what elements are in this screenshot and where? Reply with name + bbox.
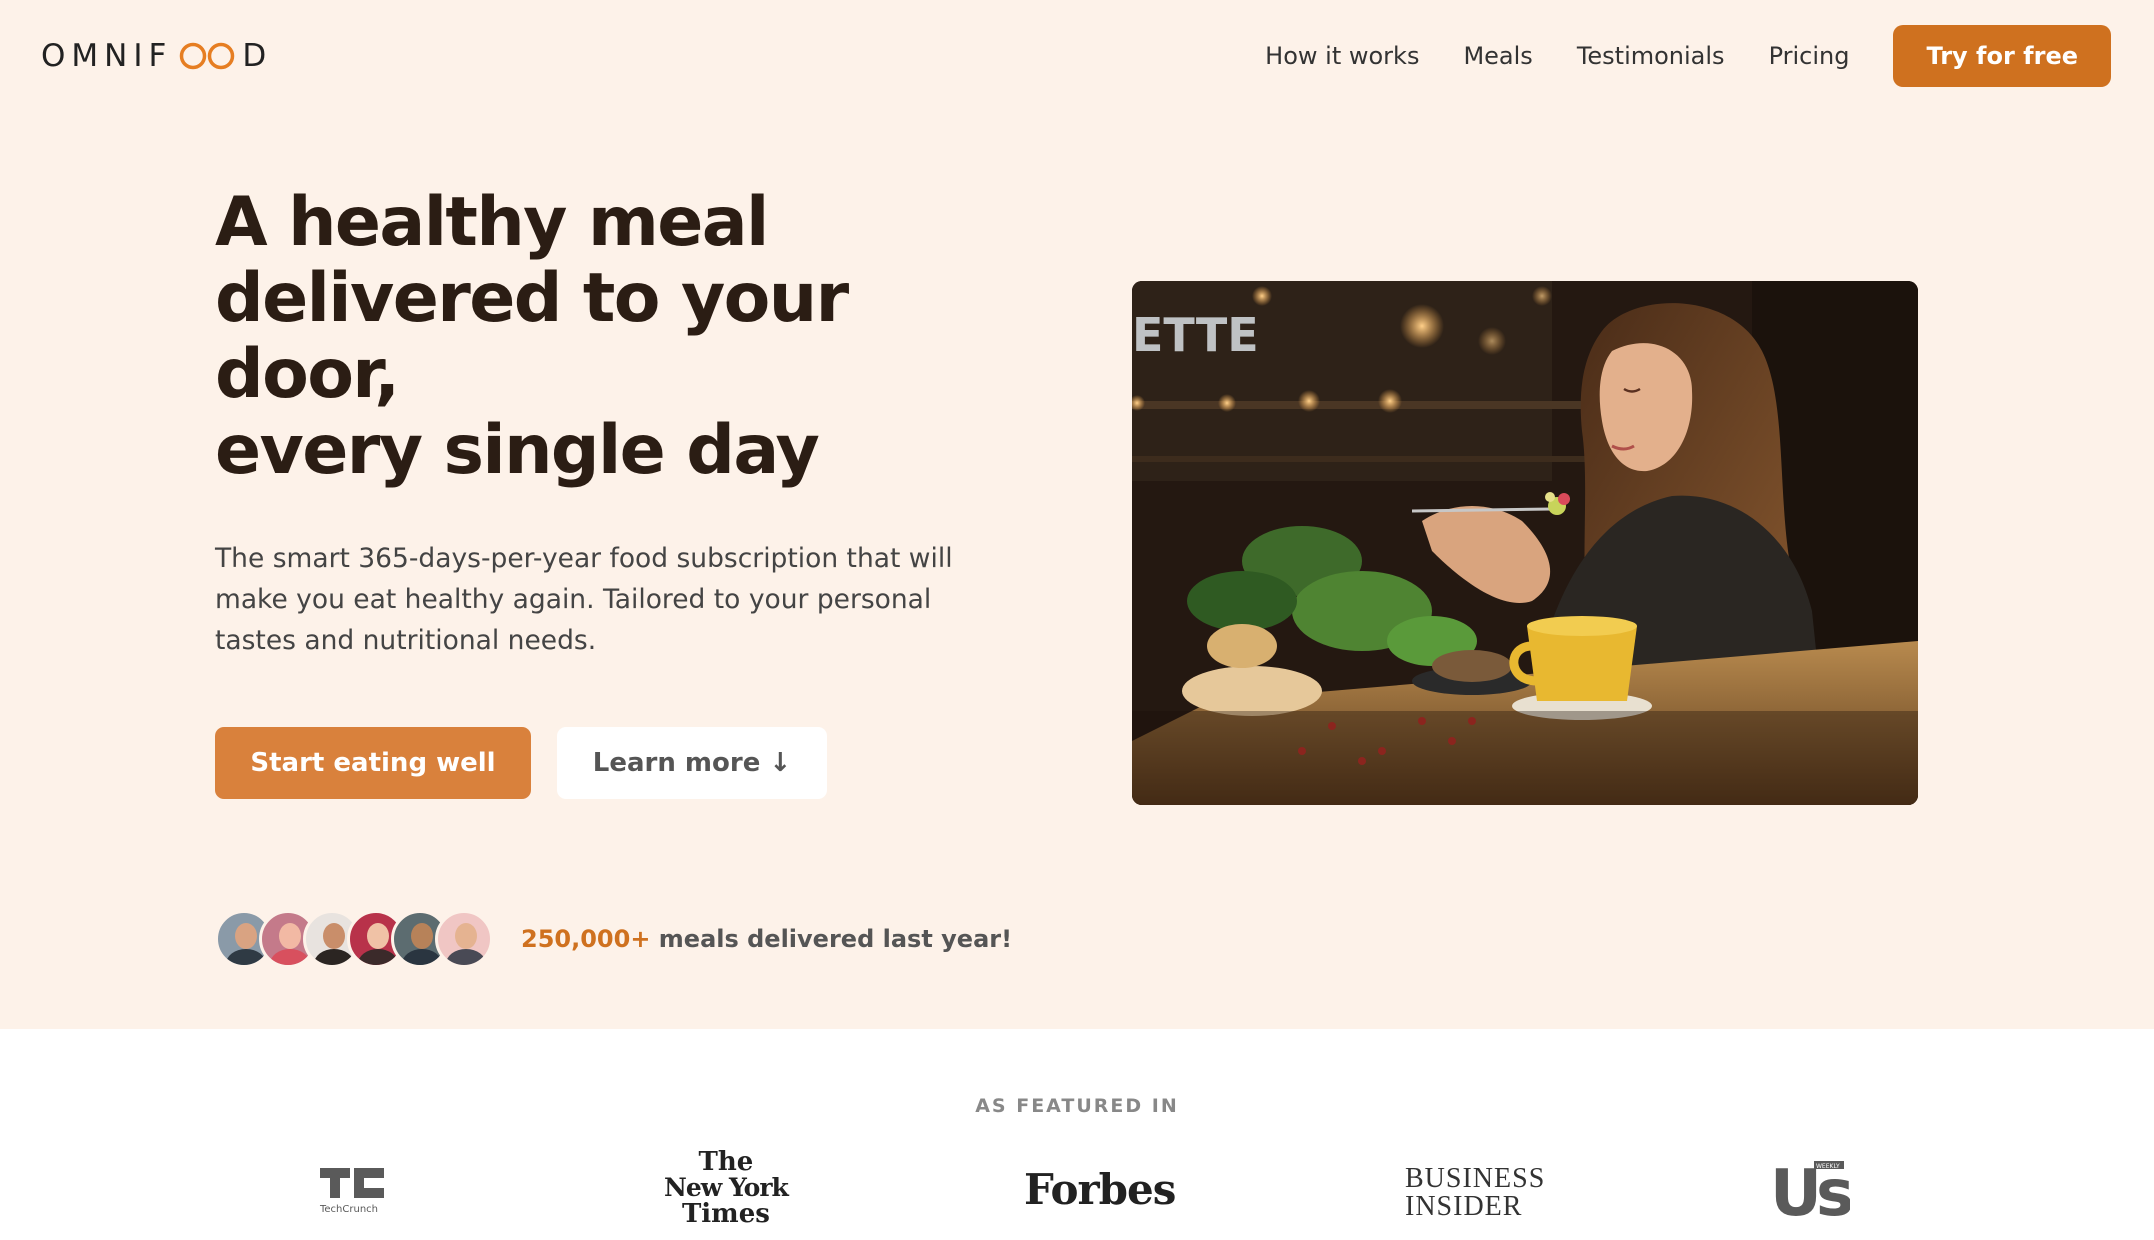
omnifood-logo[interactable]: OMNIF D: [41, 38, 272, 74]
avatar: [435, 909, 493, 968]
logo-text-left: OMNIF: [41, 38, 173, 74]
featured-heading: AS FEATURED IN: [975, 1095, 1179, 1117]
site-header: OMNIF D How it works Meals Testimonials …: [0, 0, 2154, 112]
infinity-logo-icon: [178, 41, 236, 71]
nyt-line-1: The: [698, 1147, 754, 1177]
business-insider-logo: BUSINESS INSIDER: [1405, 1165, 1545, 1221]
hero-text-block: A healthy meal delivered to your door, e…: [215, 183, 1035, 968]
try-for-free-button[interactable]: Try for free: [1893, 25, 2111, 87]
nyt-line-2: New York: [664, 1173, 789, 1202]
nyt-line-3: Times: [681, 1199, 770, 1229]
bi-line-2: INSIDER: [1405, 1191, 1523, 1222]
nav-link-pricing[interactable]: Pricing: [1769, 42, 1850, 70]
main-nav: How it works Meals Testimonials Pricing …: [1265, 25, 2111, 87]
nav-link-meals[interactable]: Meals: [1463, 42, 1532, 70]
delivered-meals: 250,000+ meals delivered last year!: [215, 909, 1035, 968]
hero-title-line-1: A healthy meal: [215, 183, 769, 262]
bi-line-1: BUSINESS: [1405, 1163, 1546, 1194]
hero-buttons: Start eating well Learn more ↓: [215, 726, 1035, 799]
hero-title: A healthy meal delivered to your door, e…: [215, 183, 1035, 491]
techcrunch-caption: TechCrunch: [319, 1204, 378, 1215]
logo-text-right: D: [242, 38, 273, 74]
techcrunch-logo: TechCrunch: [318, 1164, 388, 1220]
nav-link-how-it-works[interactable]: How it works: [1265, 42, 1419, 70]
forbes-logo: Forbes: [1024, 1165, 1176, 1214]
customer-avatars: [215, 909, 493, 968]
woman-eating-illustration: ETTE: [1132, 281, 1918, 805]
learn-more-button[interactable]: Learn more ↓: [557, 726, 827, 799]
delivered-number: 250,000+: [521, 924, 651, 953]
hero-title-line-3: every single day: [215, 411, 820, 491]
new-york-times-logo: The New York Times: [664, 1147, 789, 1229]
delivered-text: 250,000+ meals delivered last year!: [521, 925, 1012, 953]
hero-section: A healthy meal delivered to your door, e…: [0, 112, 2154, 1029]
image-sign-text: ETTE: [1132, 308, 1259, 362]
hero-description: The smart 365-days-per-year food subscri…: [215, 542, 953, 656]
delivered-label: meals delivered last year!: [650, 924, 1013, 953]
start-eating-well-button[interactable]: Start eating well: [215, 726, 531, 799]
featured-in-section: AS FEATURED IN TechCrunch The New York T…: [0, 1029, 2154, 1240]
us-weekly-small: WEEKLY: [1816, 1163, 1840, 1170]
us-weekly-logo: Us WEEKLY: [1770, 1157, 1858, 1231]
nav-link-testimonials[interactable]: Testimonials: [1577, 42, 1725, 70]
hero-title-line-2: delivered to your door,: [215, 259, 849, 415]
hero-image: ETTE: [1132, 281, 1918, 805]
